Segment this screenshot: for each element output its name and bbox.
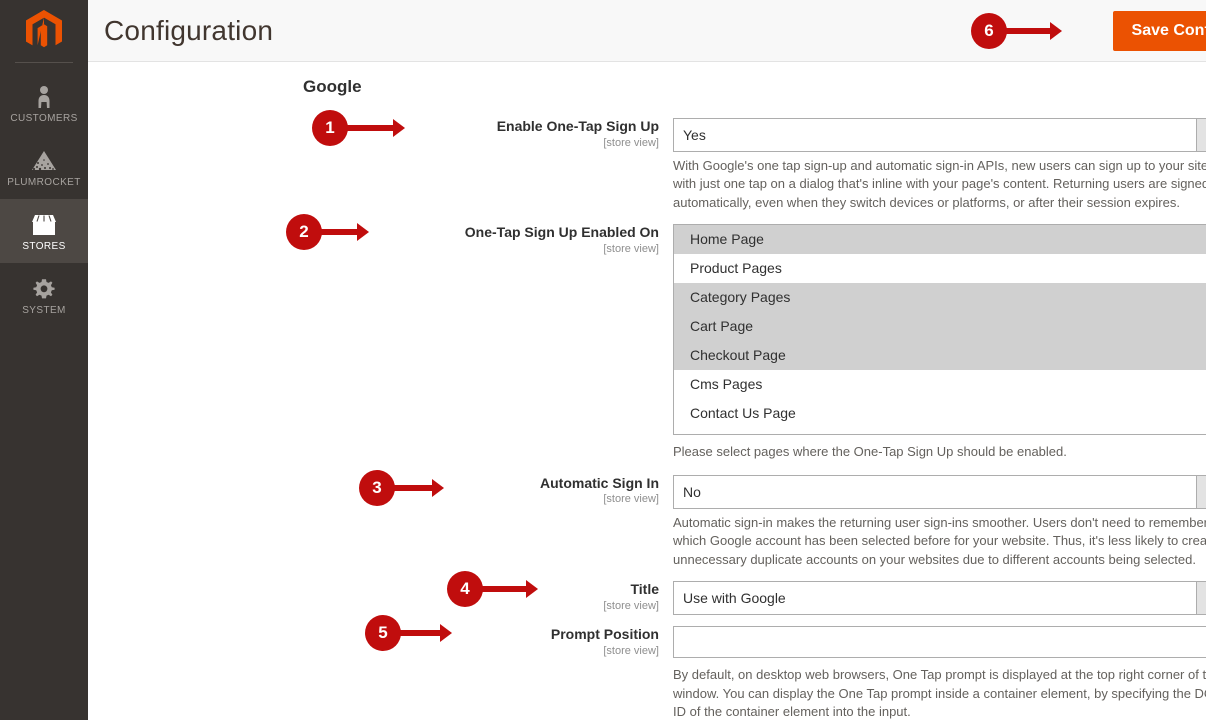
sidebar-item-label: STORES <box>22 240 66 252</box>
page-title: Configuration <box>104 14 274 46</box>
automatic-sign-in-select[interactable]: No <box>673 474 1206 509</box>
field-label: Enable One-Tap Sign Up <box>496 118 659 134</box>
field-control: By default, on desktop web browsers, One… <box>673 626 1206 720</box>
chevron-down-icon[interactable] <box>1196 582 1206 615</box>
title-select[interactable]: Use with Google <box>673 581 1206 616</box>
field-scope: [store view] <box>603 644 659 657</box>
field-label: One-Tap Sign Up Enabled On <box>464 224 659 241</box>
select-value: No <box>683 483 701 500</box>
sidebar-item-system[interactable]: SYSTEM <box>0 263 88 327</box>
field-label-group: Title [store view] <box>88 581 673 614</box>
section-header-google: Google <box>88 62 1206 104</box>
header-actions: Save Config <box>1112 10 1206 51</box>
list-item[interactable]: Product Pages <box>674 254 1206 283</box>
one-tap-pages-multiselect[interactable]: Home Page Product Pages Category Pages C… <box>673 224 1206 436</box>
list-item[interactable]: Cart Page <box>674 312 1206 342</box>
sidebar-item-label: CUSTOMERS <box>10 112 78 124</box>
field-control: Home Page Product Pages Category Pages C… <box>673 224 1206 461</box>
magento-logo[interactable] <box>0 0 88 62</box>
prompt-position-input[interactable] <box>673 626 1206 659</box>
sidebar-item-label: PLUMROCKET <box>7 176 81 188</box>
page-header: Configuration Save Config <box>88 0 1206 62</box>
magento-logo-icon <box>26 10 62 48</box>
sidebar-item-plumrocket[interactable]: PLUMROCKET <box>0 135 88 199</box>
field-label-group: Automatic Sign In [store view] <box>88 475 673 508</box>
field-label: Title <box>630 581 659 598</box>
field-label-group: Prompt Position [store view] <box>88 626 673 659</box>
select-value: Use with Google <box>683 590 786 607</box>
store-icon <box>29 211 59 237</box>
field-note: Automatic sign-in makes the returning us… <box>673 514 1206 567</box>
field-note: With Google's one tap sign-up and automa… <box>673 158 1206 210</box>
prompt-position-field: Prompt Position [store view] By default,… <box>88 626 1206 720</box>
sidebar-item-stores[interactable]: STORES <box>0 199 88 263</box>
admin-sidebar: CUSTOMERS PLUMROCKET STORES SYSTEM <box>0 0 88 720</box>
list-item[interactable]: Category Pages <box>674 283 1206 313</box>
admin-page: CUSTOMERS PLUMROCKET STORES SYSTEM Confi… <box>0 0 1206 720</box>
list-item[interactable]: Cms Pages <box>674 370 1206 399</box>
field-scope: [store view] <box>603 242 659 255</box>
sidebar-divider <box>15 62 73 63</box>
automatic-sign-in-field: Automatic Sign In [store view] No Automa… <box>88 474 1206 569</box>
sidebar-item-customers[interactable]: CUSTOMERS <box>0 71 88 135</box>
field-label-group: Enable One-Tap Sign Up [store view] <box>88 118 673 151</box>
configuration-content: Google Enable One-Tap Sign Up [store vie… <box>88 62 1206 720</box>
main-area: Configuration Save Config Google Enable … <box>88 0 1206 720</box>
chevron-down-icon[interactable] <box>1196 119 1206 151</box>
field-note: By default, on desktop web browsers, One… <box>673 667 1206 720</box>
select-value: Yes <box>683 127 706 143</box>
field-note: Please select pages where the One-Tap Si… <box>673 444 1067 460</box>
list-item[interactable]: Checkout Page <box>674 341 1206 371</box>
field-label: Prompt Position <box>550 626 659 643</box>
section-title: Google <box>303 77 362 96</box>
save-config-button[interactable]: Save Config <box>1112 10 1206 51</box>
title-field: Title [store view] Use with Google <box>88 581 1206 616</box>
chevron-down-icon[interactable] <box>1196 475 1206 508</box>
enable-one-tap-field: Enable One-Tap Sign Up [store view] Yes … <box>88 118 1206 212</box>
field-label: Automatic Sign In <box>540 474 659 491</box>
field-label-group: One-Tap Sign Up Enabled On [store view] <box>88 224 673 257</box>
field-control: No Automatic sign-in makes the returning… <box>673 474 1206 569</box>
field-scope: [store view] <box>603 136 659 149</box>
list-item[interactable]: Contact Us Page <box>674 399 1206 428</box>
one-tap-enabled-on-field: One-Tap Sign Up Enabled On [store view] … <box>88 224 1206 461</box>
pyramid-icon <box>29 147 59 173</box>
enable-one-tap-select[interactable]: Yes <box>673 118 1206 152</box>
sidebar-item-label: SYSTEM <box>22 304 66 316</box>
gear-icon <box>32 275 56 301</box>
field-scope: [store view] <box>603 599 659 612</box>
field-control: Yes With Google's one tap sign-up and au… <box>673 118 1206 212</box>
list-item[interactable]: Home Page <box>674 225 1206 255</box>
field-control: Use with Google <box>673 581 1206 616</box>
field-scope: [store view] <box>603 493 659 506</box>
person-icon <box>35 83 53 109</box>
